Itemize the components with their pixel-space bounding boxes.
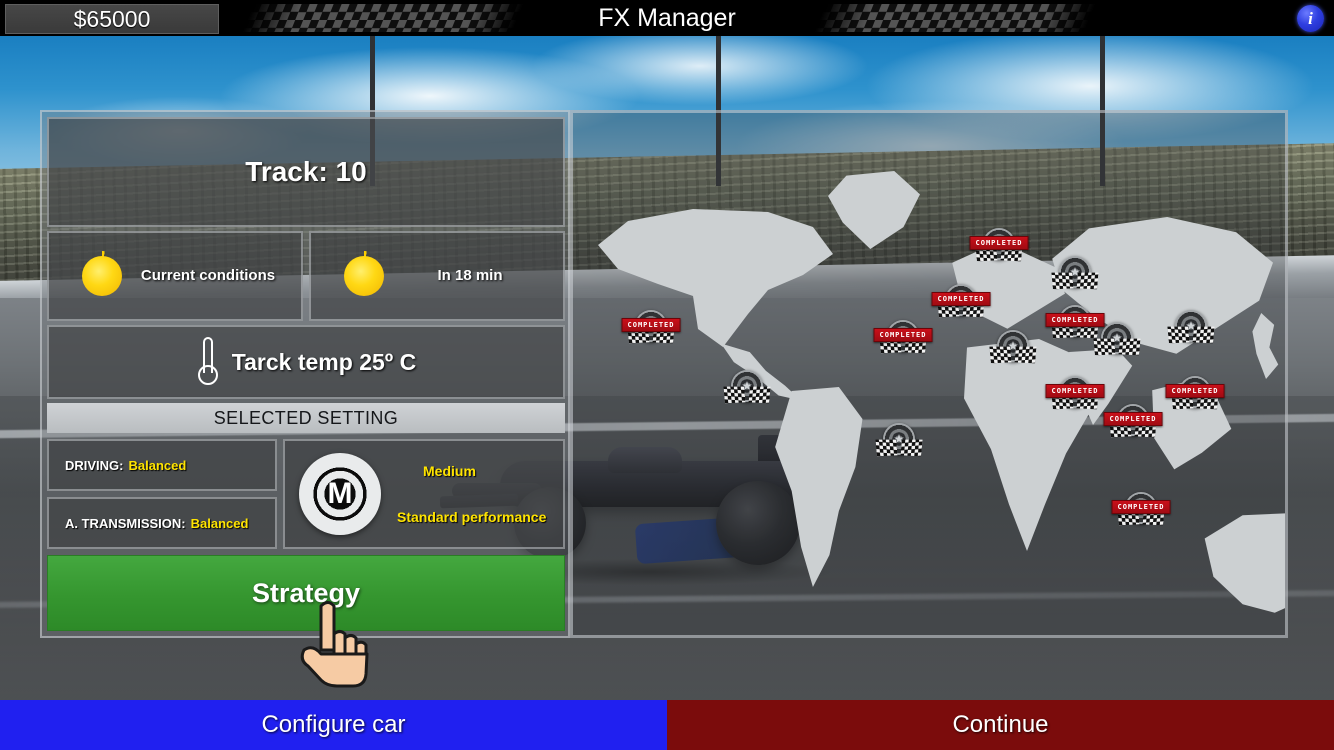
completed-badge: COMPLETED xyxy=(1045,313,1105,327)
landmass-greenland xyxy=(828,171,920,249)
race-marker-russia[interactable] xyxy=(1052,256,1098,302)
continue-button[interactable]: Continue xyxy=(667,700,1334,750)
race-marker-korea[interactable]: COMPLETED xyxy=(1165,376,1225,422)
top-bar: $65000 FX Manager i xyxy=(0,0,1334,36)
tyre-performance-label: Standard performance xyxy=(397,509,547,525)
game-screen: $65000 FX Manager i Track: 10 Current co… xyxy=(0,0,1334,750)
sun-icon xyxy=(77,251,127,301)
race-marker-japan[interactable] xyxy=(1168,310,1214,356)
weather-row: Current conditions In 18 min xyxy=(47,231,565,321)
checkered-flag-right xyxy=(748,385,770,405)
checkered-flags-icon xyxy=(1094,338,1140,360)
race-marker-china[interactable] xyxy=(1094,322,1140,368)
info-icon-glyph: i xyxy=(1308,8,1313,28)
landmass-south-america xyxy=(775,387,863,587)
tyre-compound-name: Medium xyxy=(423,463,476,479)
weather-current-card[interactable]: Current conditions xyxy=(47,231,303,321)
checkered-flags-icon xyxy=(990,346,1036,368)
weather-forecast-label: In 18 min xyxy=(437,266,503,284)
race-marker-sea[interactable]: COMPLETED xyxy=(1045,376,1105,422)
race-marker-australia[interactable]: COMPLETED xyxy=(1111,492,1171,538)
world-map-panel[interactable]: COMPLETED COMPLETED COMPLETED COMPLETED COMP… xyxy=(570,110,1288,638)
setting-list: DRIVING: Balanced A. TRANSMISSION: Balan… xyxy=(47,439,277,549)
completed-badge: COMPLETED xyxy=(1103,412,1163,426)
track-temperature-label: Tarck temp 25º C xyxy=(231,348,417,375)
tyre-compound-card[interactable]: M Medium Standard performance xyxy=(283,439,565,549)
tyre-compound-text: Medium Standard performance xyxy=(381,463,563,525)
checkered-flags-icon xyxy=(1168,326,1214,348)
setting-row-transmission[interactable]: A. TRANSMISSION: Balanced xyxy=(47,497,277,549)
setting-value-transmission: Balanced xyxy=(190,515,249,531)
track-name: Track: 10 xyxy=(245,156,367,187)
track-card[interactable]: Track: 10 xyxy=(47,117,565,227)
landmass-australia xyxy=(1204,513,1285,613)
checkered-flag-right xyxy=(1118,337,1140,357)
completed-badge: COMPLETED xyxy=(1165,384,1225,398)
checkered-flag-right xyxy=(1014,345,1036,365)
checkered-stripe-right xyxy=(814,4,1096,32)
completed-badge: COMPLETED xyxy=(931,292,991,306)
race-marker-brazil[interactable] xyxy=(876,423,922,469)
info-icon[interactable]: i xyxy=(1297,5,1324,32)
landmass-japan xyxy=(1252,313,1279,379)
checkered-flag-left xyxy=(1167,325,1189,345)
checkered-flags-icon xyxy=(724,386,770,408)
checkered-flag-left xyxy=(989,345,1011,365)
sun-disc xyxy=(82,256,122,296)
tyre-compound-icon: M xyxy=(299,453,381,535)
completed-badge: COMPLETED xyxy=(969,236,1029,250)
race-marker-europe-north[interactable]: COMPLETED xyxy=(969,228,1029,274)
checkered-flag-left xyxy=(875,438,897,458)
sun-icon xyxy=(339,251,389,301)
completed-badge: COMPLETED xyxy=(1111,500,1171,514)
race-marker-europe-east[interactable]: COMPLETED xyxy=(931,284,991,330)
completed-badge: COMPLETED xyxy=(621,318,681,332)
checkered-flag-left xyxy=(723,385,745,405)
race-marker-mideast[interactable]: COMPLETED xyxy=(1045,305,1105,351)
race-marker-europe-west[interactable]: COMPLETED xyxy=(873,320,933,366)
configure-car-button[interactable]: Configure car xyxy=(0,700,667,750)
selected-setting-header: SELECTED SETTING xyxy=(47,403,565,433)
weather-forecast-card[interactable]: In 18 min xyxy=(309,231,565,321)
setting-key-transmission: A. TRANSMISSION: xyxy=(65,515,186,531)
checkered-flag-right xyxy=(900,438,922,458)
world-map: COMPLETED COMPLETED COMPLETED COMPLETED COMP… xyxy=(573,113,1285,635)
checkered-stripe-left xyxy=(242,4,524,32)
strategy-button[interactable]: Strategy xyxy=(47,555,565,631)
completed-badge: COMPLETED xyxy=(873,328,933,342)
sun-disc xyxy=(344,256,384,296)
race-marker-mexico[interactable] xyxy=(724,370,770,416)
completed-badge: COMPLETED xyxy=(1045,384,1105,398)
setting-row-driving[interactable]: DRIVING: Balanced xyxy=(47,439,277,491)
setting-value-driving: Balanced xyxy=(128,457,187,473)
money-amount: $65000 xyxy=(73,5,151,32)
checkered-flag-left xyxy=(1093,337,1115,357)
checkered-flag-right xyxy=(1076,271,1098,291)
race-marker-singapore[interactable]: COMPLETED xyxy=(1103,404,1163,450)
track-temperature-card[interactable]: Tarck temp 25º C xyxy=(47,325,565,399)
bottom-bar: Configure car Continue xyxy=(0,700,1334,750)
money-display: $65000 xyxy=(5,4,219,34)
tyre-compound-letter: M xyxy=(327,476,353,510)
checkered-flag-left xyxy=(1051,271,1073,291)
race-setup-panel: Track: 10 Current conditions In 18 min T… xyxy=(40,110,570,638)
checkered-flags-icon xyxy=(1052,272,1098,294)
setting-key-driving: DRIVING: xyxy=(65,457,124,473)
checkered-flags-icon xyxy=(876,439,922,461)
race-marker-usa-west[interactable]: COMPLETED xyxy=(621,310,681,356)
thermometer-bulb xyxy=(197,365,218,385)
race-marker-india[interactable] xyxy=(990,330,1036,376)
thermometer-icon xyxy=(196,337,220,387)
checkered-flag-right xyxy=(1192,325,1214,345)
weather-current-label: Current conditions xyxy=(140,266,276,284)
